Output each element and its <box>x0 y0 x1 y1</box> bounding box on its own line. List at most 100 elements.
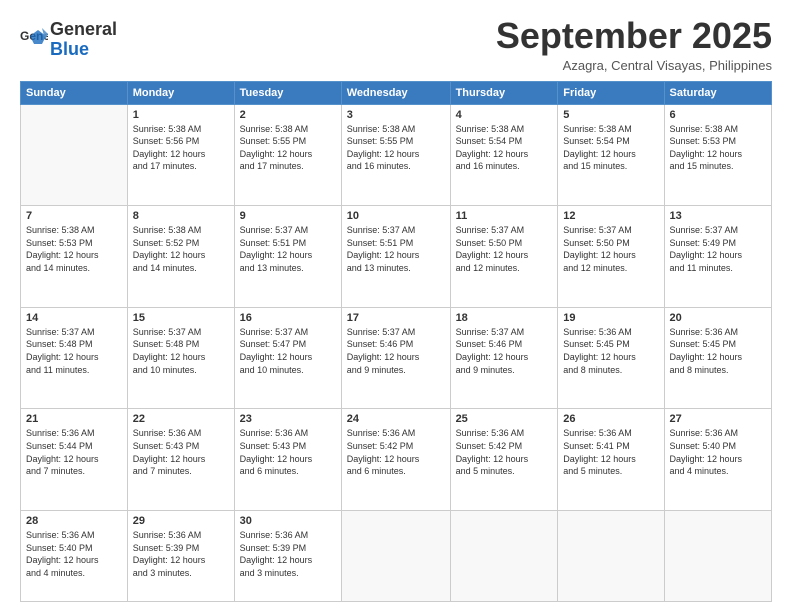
day-info: Sunrise: 5:37 AMSunset: 5:46 PMDaylight:… <box>456 326 553 376</box>
table-row: 13Sunrise: 5:37 AMSunset: 5:49 PMDayligh… <box>664 206 772 308</box>
day-info: Sunrise: 5:36 AMSunset: 5:42 PMDaylight:… <box>456 427 553 477</box>
day-info: Sunrise: 5:38 AMSunset: 5:56 PMDaylight:… <box>133 123 229 173</box>
table-row: 2Sunrise: 5:38 AMSunset: 5:55 PMDaylight… <box>234 104 341 206</box>
table-row: 21 Sunrise: 5:36 AMSunset: 5:44 PMDayligh… <box>21 409 128 511</box>
day-number: 19 <box>563 312 658 324</box>
table-row: 25 Sunrise: 5:36 AMSunset: 5:42 PMDayligh… <box>450 409 558 511</box>
table-row: 14 Sunrise: 5:37 AMSunset: 5:48 PMDayligh… <box>21 307 128 409</box>
day-number: 23 <box>240 413 336 425</box>
logo-icon: General <box>20 26 48 54</box>
table-row: 24 Sunrise: 5:36 AMSunset: 5:42 PMDayligh… <box>341 409 450 511</box>
day-info: Sunrise: 5:36 AMSunset: 5:39 PMDaylight:… <box>133 529 229 579</box>
table-row: 12 Sunrise: 5:37 AMSunset: 5:50 PMDayligh… <box>558 206 664 308</box>
day-number: 1 <box>133 109 229 121</box>
th-wednesday: Wednesday <box>341 81 450 104</box>
logo: General General Blue <box>20 20 117 60</box>
day-info: Sunrise: 5:38 AMSunset: 5:52 PMDaylight:… <box>133 224 229 274</box>
day-number: 10 <box>347 210 445 222</box>
day-info: Sunrise: 5:36 AMSunset: 5:43 PMDaylight:… <box>133 427 229 477</box>
table-row <box>558 511 664 602</box>
day-info: Sunrise: 5:38 AMSunset: 5:54 PMDaylight:… <box>456 123 553 173</box>
day-number: 5 <box>563 109 658 121</box>
header: General General Blue September 2025 Azag… <box>20 16 772 73</box>
table-row: 16 Sunrise: 5:37 AMSunset: 5:47 PMDayligh… <box>234 307 341 409</box>
table-row: 29Sunrise: 5:36 AMSunset: 5:39 PMDayligh… <box>127 511 234 602</box>
page: General General Blue September 2025 Azag… <box>0 0 792 612</box>
day-number: 15 <box>133 312 229 324</box>
th-friday: Friday <box>558 81 664 104</box>
table-row: 20 Sunrise: 5:36 AMSunset: 5:45 PMDayligh… <box>664 307 772 409</box>
day-number: 26 <box>563 413 658 425</box>
logo-blue: Blue <box>50 39 89 59</box>
table-row: 15 Sunrise: 5:37 AMSunset: 5:48 PMDayligh… <box>127 307 234 409</box>
table-row: 5 Sunrise: 5:38 AMSunset: 5:54 PMDaylight… <box>558 104 664 206</box>
table-row: 28 Sunrise: 5:36 AMSunset: 5:40 PMDayligh… <box>21 511 128 602</box>
day-number: 28 <box>26 515 122 527</box>
day-number: 24 <box>347 413 445 425</box>
location-subtitle: Azagra, Central Visayas, Philippines <box>496 58 772 73</box>
day-info: Sunrise: 5:38 AMSunset: 5:53 PMDaylight:… <box>26 224 122 274</box>
day-info: Sunrise: 5:36 AMSunset: 5:42 PMDaylight:… <box>347 427 445 477</box>
day-info: Sunrise: 5:36 AMSunset: 5:40 PMDaylight:… <box>26 529 122 579</box>
table-row: 18 Sunrise: 5:37 AMSunset: 5:46 PMDayligh… <box>450 307 558 409</box>
table-row: 26 Sunrise: 5:36 AMSunset: 5:41 PMDayligh… <box>558 409 664 511</box>
day-number: 4 <box>456 109 553 121</box>
day-number: 2 <box>240 109 336 121</box>
table-row: 7 Sunrise: 5:38 AMSunset: 5:53 PMDaylight… <box>21 206 128 308</box>
day-number: 16 <box>240 312 336 324</box>
day-info: Sunrise: 5:36 AMSunset: 5:43 PMDaylight:… <box>240 427 336 477</box>
day-number: 27 <box>670 413 767 425</box>
table-row <box>341 511 450 602</box>
day-number: 22 <box>133 413 229 425</box>
day-number: 17 <box>347 312 445 324</box>
day-info: Sunrise: 5:36 AMSunset: 5:41 PMDaylight:… <box>563 427 658 477</box>
day-info: Sunrise: 5:38 AMSunset: 5:53 PMDaylight:… <box>670 123 767 173</box>
calendar-table: Sunday Monday Tuesday Wednesday Thursday… <box>20 81 772 602</box>
day-info: Sunrise: 5:37 AMSunset: 5:47 PMDaylight:… <box>240 326 336 376</box>
calendar-header-row: Sunday Monday Tuesday Wednesday Thursday… <box>21 81 772 104</box>
day-number: 20 <box>670 312 767 324</box>
day-info: Sunrise: 5:37 AMSunset: 5:48 PMDaylight:… <box>26 326 122 376</box>
day-number: 18 <box>456 312 553 324</box>
th-saturday: Saturday <box>664 81 772 104</box>
day-info: Sunrise: 5:38 AMSunset: 5:55 PMDaylight:… <box>347 123 445 173</box>
day-info: Sunrise: 5:36 AMSunset: 5:45 PMDaylight:… <box>670 326 767 376</box>
table-row: 27 Sunrise: 5:36 AMSunset: 5:40 PMDayligh… <box>664 409 772 511</box>
table-row: 1 Sunrise: 5:38 AMSunset: 5:56 PMDaylight… <box>127 104 234 206</box>
table-row <box>21 104 128 206</box>
table-row <box>450 511 558 602</box>
day-info: Sunrise: 5:37 AMSunset: 5:51 PMDaylight:… <box>240 224 336 274</box>
table-row: 22 Sunrise: 5:36 AMSunset: 5:43 PMDayligh… <box>127 409 234 511</box>
day-info: Sunrise: 5:36 AMSunset: 5:45 PMDaylight:… <box>563 326 658 376</box>
table-row: 9 Sunrise: 5:37 AMSunset: 5:51 PMDaylight… <box>234 206 341 308</box>
day-info: Sunrise: 5:38 AMSunset: 5:54 PMDaylight:… <box>563 123 658 173</box>
th-tuesday: Tuesday <box>234 81 341 104</box>
th-monday: Monday <box>127 81 234 104</box>
table-row: 4 Sunrise: 5:38 AMSunset: 5:54 PMDaylight… <box>450 104 558 206</box>
day-info: Sunrise: 5:37 AMSunset: 5:50 PMDaylight:… <box>563 224 658 274</box>
day-info: Sunrise: 5:36 AMSunset: 5:44 PMDaylight:… <box>26 427 122 477</box>
day-number: 30 <box>240 515 336 527</box>
day-number: 8 <box>133 210 229 222</box>
th-sunday: Sunday <box>21 81 128 104</box>
day-info: Sunrise: 5:36 AMSunset: 5:39 PMDaylight:… <box>240 529 336 579</box>
day-number: 9 <box>240 210 336 222</box>
day-number: 21 <box>26 413 122 425</box>
table-row: 10Sunrise: 5:37 AMSunset: 5:51 PMDayligh… <box>341 206 450 308</box>
table-row: 8 Sunrise: 5:38 AMSunset: 5:52 PMDaylight… <box>127 206 234 308</box>
table-row <box>664 511 772 602</box>
table-row: 11Sunrise: 5:37 AMSunset: 5:50 PMDayligh… <box>450 206 558 308</box>
day-info: Sunrise: 5:37 AMSunset: 5:46 PMDaylight:… <box>347 326 445 376</box>
day-number: 14 <box>26 312 122 324</box>
day-info: Sunrise: 5:37 AMSunset: 5:49 PMDaylight:… <box>670 224 767 274</box>
day-number: 12 <box>563 210 658 222</box>
day-number: 3 <box>347 109 445 121</box>
logo-text: General Blue <box>50 20 117 60</box>
table-row: 17 Sunrise: 5:37 AMSunset: 5:46 PMDayligh… <box>341 307 450 409</box>
day-number: 25 <box>456 413 553 425</box>
day-number: 6 <box>670 109 767 121</box>
day-info: Sunrise: 5:37 AMSunset: 5:48 PMDaylight:… <box>133 326 229 376</box>
day-info: Sunrise: 5:36 AMSunset: 5:40 PMDaylight:… <box>670 427 767 477</box>
logo-general: General <box>50 19 117 39</box>
day-number: 7 <box>26 210 122 222</box>
